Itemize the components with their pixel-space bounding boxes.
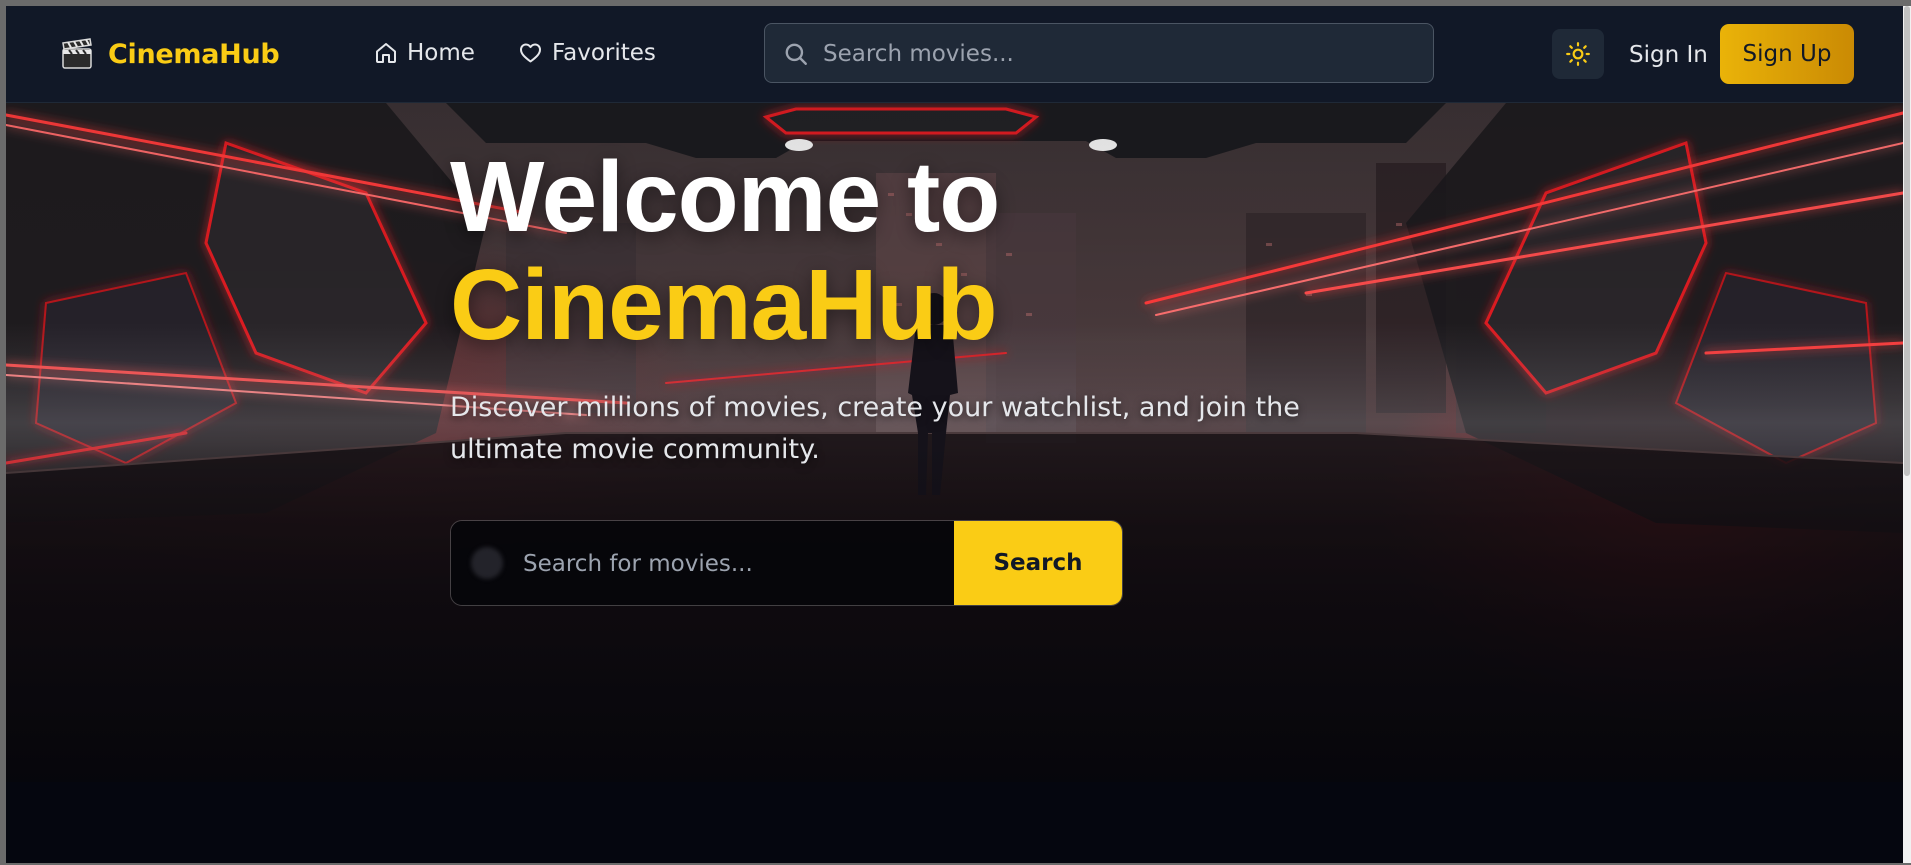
hero-title-line2: CinemaHub xyxy=(450,249,998,361)
hero-search-input[interactable] xyxy=(521,521,945,605)
hero-section: Welcome to CinemaHub Discover millions o… xyxy=(6,103,1903,782)
sign-up-button[interactable]: Sign Up xyxy=(1720,24,1854,84)
sun-icon xyxy=(1566,42,1590,66)
search-icon xyxy=(785,43,807,65)
nav-home-link[interactable]: Home xyxy=(374,40,475,66)
page-scrollbar[interactable] xyxy=(1903,6,1911,863)
nav-home-label: Home xyxy=(407,40,475,66)
page-content-area xyxy=(6,782,1903,863)
search-icon xyxy=(471,547,503,579)
sign-in-button[interactable]: Sign In xyxy=(1629,42,1708,68)
scrollbar-thumb[interactable] xyxy=(1904,6,1910,476)
home-icon xyxy=(376,43,396,63)
nav-search-box[interactable] xyxy=(764,23,1434,84)
hero-title: Welcome to CinemaHub xyxy=(450,141,1000,361)
nav-favorites-label: Favorites xyxy=(552,40,656,66)
browser-window: CinemaHub Home Favorites Search movies..… xyxy=(6,6,1903,863)
brand-logo[interactable]: CinemaHub xyxy=(60,34,280,74)
nav-favorites-link[interactable]: Favorites xyxy=(518,40,656,66)
heart-icon xyxy=(520,43,541,63)
clapperboard-icon xyxy=(60,37,94,71)
hero-search-bar: Search xyxy=(450,520,1123,606)
hero-search-button[interactable]: Search xyxy=(954,521,1122,605)
top-navbar: CinemaHub Home Favorites Search movies..… xyxy=(6,6,1903,103)
hero-subtitle: Discover millions of movies, create your… xyxy=(450,392,1300,465)
hero-title-line1: Welcome to xyxy=(450,141,1000,253)
hero-search-field[interactable] xyxy=(451,521,954,605)
nav-search-input[interactable] xyxy=(821,24,1415,84)
theme-toggle-button[interactable] xyxy=(1552,29,1604,79)
brand-name: CinemaHub xyxy=(108,38,280,70)
